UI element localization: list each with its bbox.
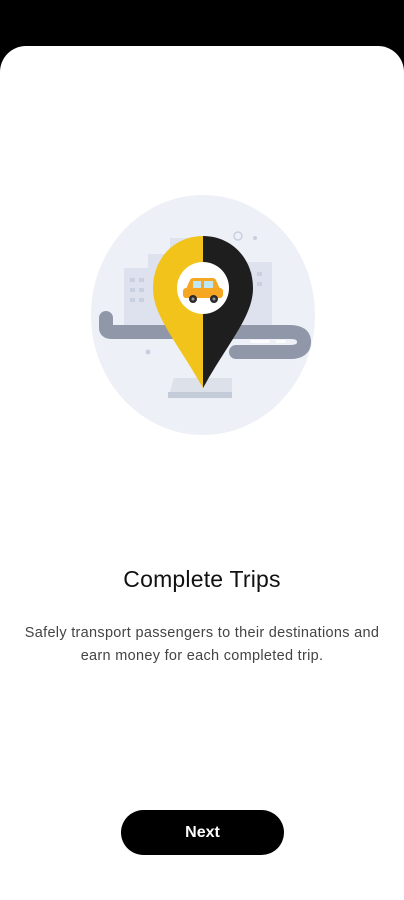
page-title: Complete Trips <box>123 566 281 592</box>
onboarding-sheet <box>0 46 404 900</box>
next-button[interactable]: Next <box>121 810 284 855</box>
page-description: Safely transport passengers to their des… <box>24 625 380 664</box>
onboarding-screen: Complete Trips Safely transport passenge… <box>0 0 404 900</box>
trip-illustration <box>91 195 315 435</box>
status-bar <box>0 0 404 46</box>
